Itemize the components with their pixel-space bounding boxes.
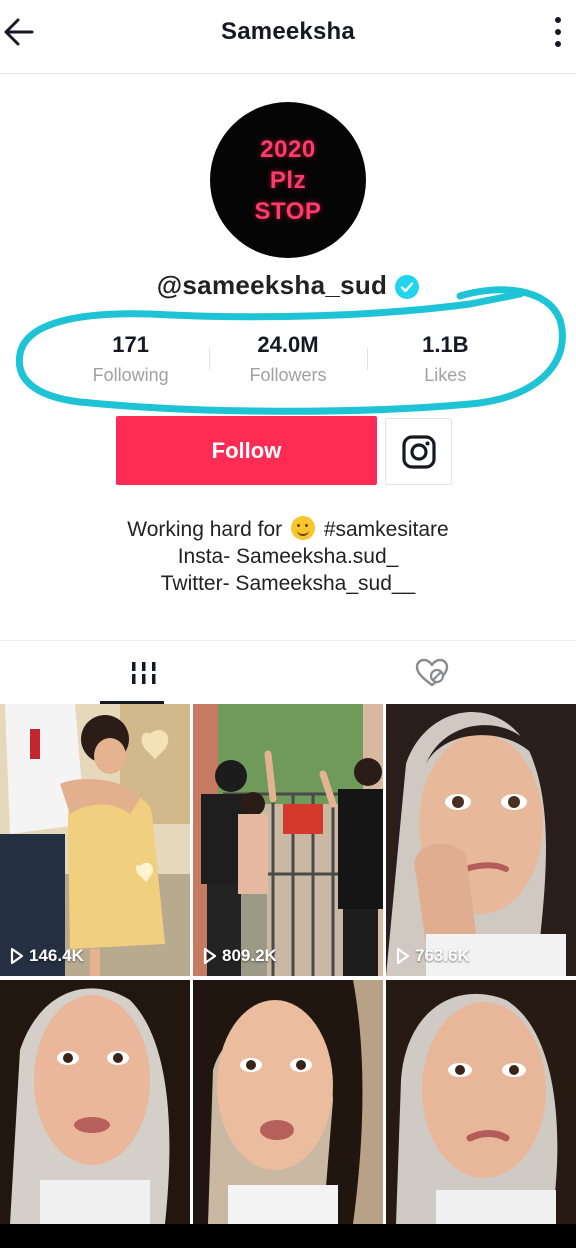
view-count: 146.4K	[10, 946, 84, 966]
stat-label: Followers	[249, 365, 327, 385]
stat-followers[interactable]: 24.0M Followers	[209, 330, 366, 390]
stat-value: 1.1B	[422, 332, 469, 357]
follow-button[interactable]: Follow	[116, 416, 377, 485]
video-thumbnail	[193, 704, 383, 976]
avatar-text-line: STOP	[254, 197, 322, 225]
video-grid: 146.4K 809.2K 763.6K	[0, 704, 576, 1224]
avatar-text-line: Plz	[269, 166, 307, 194]
stat-label: Likes	[424, 365, 467, 385]
username-row: @sameeksha_sud	[0, 270, 576, 301]
play-icon	[10, 947, 24, 965]
content-tabs	[0, 640, 576, 704]
avatar[interactable]: 2020 Plz STOP	[210, 102, 366, 258]
bio-line: Twitter- Sameeksha_sud__	[160, 572, 416, 595]
bio-line: Working hard for #samkesitare	[127, 516, 449, 541]
video-tile[interactable]	[386, 980, 576, 1224]
profile-stats: 171 Following 24.0M Followers 1.1B Likes	[52, 330, 524, 390]
stat-label: Following	[92, 365, 169, 385]
vertical-dots-icon	[555, 17, 561, 23]
hugging-face-emoji-icon	[290, 516, 315, 540]
verified-badge-icon	[395, 274, 420, 299]
stat-value: 24.0M	[257, 332, 319, 357]
video-tile[interactable]	[0, 980, 190, 1224]
video-tile[interactable]: 146.4K	[0, 704, 190, 976]
video-thumbnail	[0, 704, 190, 976]
hidden-heart-icon	[415, 658, 449, 687]
video-tile[interactable]	[193, 980, 383, 1224]
video-thumbnail	[386, 704, 576, 976]
view-count: 763.6K	[396, 946, 470, 966]
video-tile[interactable]: 763.6K	[386, 704, 576, 976]
video-tile[interactable]: 809.2K	[193, 704, 383, 976]
video-thumbnail	[386, 980, 576, 1224]
view-count: 809.2K	[203, 946, 277, 966]
system-navigation-bar	[0, 1224, 576, 1248]
grid-bars-icon	[132, 662, 156, 684]
bio: Working hard for #samkesitare Insta- Sam…	[0, 516, 576, 597]
video-thumbnail	[193, 980, 383, 1224]
page-title: Sameeksha	[221, 18, 355, 45]
play-icon	[203, 947, 217, 965]
play-icon	[396, 947, 410, 965]
stat-likes: 1.1B Likes	[366, 330, 524, 390]
tab-videos[interactable]	[0, 641, 288, 705]
stat-value: 171	[112, 332, 150, 357]
avatar-text-line: 2020	[260, 135, 316, 163]
instagram-icon	[401, 434, 436, 469]
video-thumbnail	[0, 980, 190, 1224]
tab-liked[interactable]	[288, 641, 576, 705]
username: @sameeksha_sud	[156, 270, 388, 300]
top-bar: Sameeksha	[0, 0, 576, 74]
stat-following[interactable]: 171 Following	[52, 330, 209, 390]
instagram-button[interactable]	[385, 418, 452, 485]
bio-line: Insta- Sameeksha.sud_	[177, 545, 399, 568]
more-options-button[interactable]	[548, 14, 568, 50]
hashtag-link[interactable]: #samkesitare	[324, 518, 449, 541]
